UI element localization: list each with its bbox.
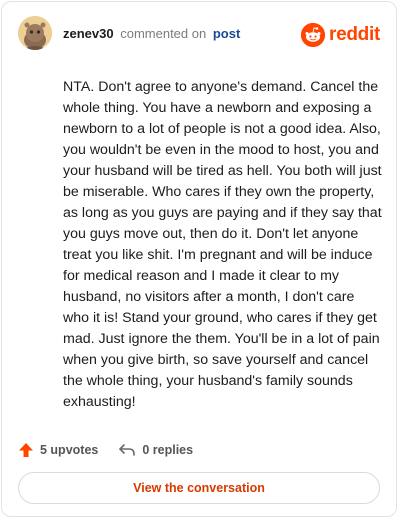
comment-card: zenev30 commented on post reddit NTA. Do…: [1, 1, 397, 517]
username[interactable]: zenev30: [63, 26, 114, 41]
comment-body: NTA. Don't agree to anyone's demand. Can…: [63, 79, 382, 410]
reddit-logo[interactable]: reddit: [301, 22, 380, 48]
reddit-wordmark: reddit: [329, 24, 380, 45]
view-conversation-button[interactable]: View the conversation: [18, 472, 380, 504]
upvote-count: 5 upvotes: [40, 443, 99, 457]
reply-count: 0 replies: [142, 443, 194, 457]
reddit-snoo-icon: [301, 23, 326, 47]
reply-arrow-icon: [119, 444, 136, 456]
upvote-action[interactable]: 5 upvotes: [18, 442, 98, 458]
reply-action[interactable]: 0 replies: [118, 442, 193, 458]
upvote-arrow-icon: [19, 443, 33, 457]
comment-header: zenev30 commented on post reddit: [18, 16, 380, 56]
comment-actions: 5 upvotes 0 replies: [18, 440, 193, 460]
commented-on-text: commented on: [120, 26, 207, 41]
comment-meta: zenev30 commented on post: [63, 26, 240, 42]
post-link[interactable]: post: [213, 26, 240, 41]
snoo-avatar-icon: [18, 16, 52, 50]
user-avatar[interactable]: [18, 16, 52, 50]
